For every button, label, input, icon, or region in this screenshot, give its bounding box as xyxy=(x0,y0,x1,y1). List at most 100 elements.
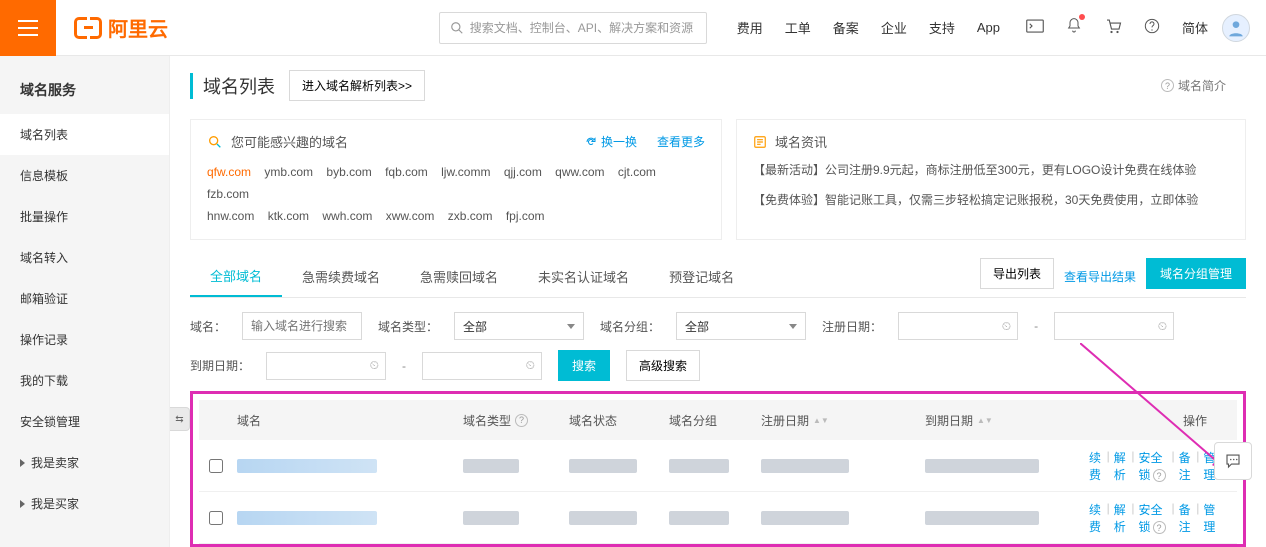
tab-preregister[interactable]: 预登记域名 xyxy=(649,257,754,296)
caret-right-icon xyxy=(20,500,25,508)
page-header: 域名列表 进入域名解析列表>> ? 域名简介 xyxy=(170,56,1266,109)
action-security-lock[interactable]: 安全锁? xyxy=(1139,501,1168,535)
row-checkbox[interactable] xyxy=(209,511,223,525)
info-panels: 您可能感兴趣的域名 换一换 查看更多 qfw.com ymb.com byb.c… xyxy=(170,109,1266,250)
group-management-button[interactable]: 域名分组管理 xyxy=(1146,258,1246,289)
top-link-app[interactable]: App xyxy=(977,20,1000,35)
suggested-domain[interactable]: qjj.com xyxy=(504,165,542,179)
redacted-cell xyxy=(925,459,1039,473)
suggested-domain[interactable]: qww.com xyxy=(555,165,604,179)
domain-tabs: 全部域名 急需续费域名 急需赎回域名 未实名认证域名 预登记域名 导出列表 查看… xyxy=(190,256,1246,298)
lang-switch[interactable]: 简体 xyxy=(1182,18,1208,37)
sidebar-item-info-template[interactable]: 信息模板 xyxy=(0,155,169,196)
suggested-domains-panel: 您可能感兴趣的域名 换一换 查看更多 qfw.com ymb.com byb.c… xyxy=(190,119,722,240)
table-header: 域名 域名类型? 域名状态 域名分组 注册日期▲▼ 到期日期▲▼ 操作 xyxy=(199,400,1237,440)
sidebar-item-transfer-in[interactable]: 域名转入 xyxy=(0,237,169,278)
feedback-chat-button[interactable] xyxy=(1214,442,1252,480)
sidebar-item-domain-list[interactable]: 域名列表 xyxy=(0,114,169,155)
row-checkbox[interactable] xyxy=(209,459,223,473)
filter-reg-label: 注册日期： xyxy=(822,318,882,335)
tab-renew-urgent[interactable]: 急需续费域名 xyxy=(282,257,400,296)
action-resolve[interactable]: 解析 xyxy=(1114,501,1128,535)
main-layout: 域名服务 域名列表 信息模板 批量操作 域名转入 邮箱验证 操作记录 我的下载 … xyxy=(0,56,1266,547)
view-export-result-link[interactable]: 查看导出结果 xyxy=(1064,268,1136,285)
export-list-button[interactable]: 导出列表 xyxy=(980,258,1054,289)
view-more-suggest-link[interactable]: 查看更多 xyxy=(657,133,705,150)
search-button[interactable]: 搜索 xyxy=(558,350,610,381)
th-reg-date[interactable]: 注册日期▲▼ xyxy=(761,412,925,429)
domain-intro-link[interactable]: ? 域名简介 xyxy=(1161,77,1226,94)
sidebar-item-op-log[interactable]: 操作记录 xyxy=(0,319,169,360)
table-row: 续费| 解析| 安全锁?| 备注| 管理 xyxy=(199,440,1237,492)
tab-all-domains[interactable]: 全部域名 xyxy=(190,256,282,297)
action-resolve[interactable]: 解析 xyxy=(1114,449,1128,483)
reg-date-to-input[interactable] xyxy=(1054,312,1174,340)
suggested-domain[interactable]: qfw.com xyxy=(207,165,251,179)
menu-toggle-button[interactable] xyxy=(0,0,56,56)
th-exp-date[interactable]: 到期日期▲▼ xyxy=(925,412,1089,429)
sidebar-item-security-lock[interactable]: 安全锁管理 xyxy=(0,401,169,442)
top-link-support[interactable]: 支持 xyxy=(929,18,955,37)
action-security-lock[interactable]: 安全锁? xyxy=(1139,449,1168,483)
suggested-domain[interactable]: xww.com xyxy=(386,209,435,223)
refresh-icon xyxy=(585,136,597,148)
suggest-title: 您可能感兴趣的域名 xyxy=(231,132,348,151)
sidebar-item-email-verify[interactable]: 邮箱验证 xyxy=(0,278,169,319)
sidebar-item-my-download[interactable]: 我的下载 xyxy=(0,360,169,401)
hamburger-icon xyxy=(18,20,38,36)
exp-date-from-input[interactable] xyxy=(266,352,386,380)
advanced-search-button[interactable]: 高级搜索 xyxy=(626,350,700,381)
suggested-domain[interactable]: hnw.com xyxy=(207,209,254,223)
search-icon xyxy=(450,21,464,35)
sidebar-item-seller[interactable]: 我是卖家 xyxy=(0,442,169,483)
suggested-domain[interactable]: ktk.com xyxy=(268,209,309,223)
action-remark[interactable]: 备注 xyxy=(1179,449,1193,483)
suggested-domain[interactable]: fzb.com xyxy=(207,187,249,201)
top-link-enterprise[interactable]: 企业 xyxy=(881,18,907,37)
action-manage[interactable]: 管理 xyxy=(1203,501,1217,535)
search-placeholder: 搜索文档、控制台、API、解决方案和资源 xyxy=(470,19,693,36)
help-icon[interactable] xyxy=(1144,18,1160,37)
suggested-domain[interactable]: fqb.com xyxy=(385,165,428,179)
tab-redeem-urgent[interactable]: 急需赎回域名 xyxy=(400,257,518,296)
sidebar-item-batch[interactable]: 批量操作 xyxy=(0,196,169,237)
sidebar-item-buyer[interactable]: 我是买家 xyxy=(0,483,169,524)
news-title: 域名资讯 xyxy=(775,132,827,151)
reg-date-from-input[interactable] xyxy=(898,312,1018,340)
news-item[interactable]: 【免费体验】智能记账工具，仅需三步轻松搞定记账报税，30天免费使用，立即体验 xyxy=(753,189,1229,211)
tab-unverified[interactable]: 未实名认证域名 xyxy=(518,257,649,296)
news-item[interactable]: 【最新活动】公司注册9.9元起，商标注册低至300元，更有LOGO设计免费在线体… xyxy=(753,159,1229,181)
user-avatar[interactable] xyxy=(1222,14,1250,42)
domain-name-input[interactable] xyxy=(242,312,362,340)
notification-bell-icon[interactable] xyxy=(1066,17,1082,38)
main-content: 域名列表 进入域名解析列表>> ? 域名简介 您可能感兴趣的域名 换一换 查看更… xyxy=(170,56,1266,547)
caret-right-icon xyxy=(20,459,25,467)
exp-date-to-input[interactable] xyxy=(422,352,542,380)
domain-type-select[interactable]: 全部 xyxy=(454,312,584,340)
suggested-domain[interactable]: ymb.com xyxy=(264,165,313,179)
th-type: 域名类型? xyxy=(463,412,569,429)
action-remark[interactable]: 备注 xyxy=(1179,501,1193,535)
goto-dns-list-button[interactable]: 进入域名解析列表>> xyxy=(289,70,425,101)
top-link-ticket[interactable]: 工单 xyxy=(785,18,811,37)
top-icon-tray: 简体 xyxy=(1026,17,1208,38)
domain-group-select[interactable]: 全部 xyxy=(676,312,806,340)
terminal-icon[interactable] xyxy=(1026,19,1044,36)
top-link-billing[interactable]: 费用 xyxy=(737,18,763,37)
suggested-domain[interactable]: wwh.com xyxy=(322,209,372,223)
suggested-domain[interactable]: byb.com xyxy=(326,165,371,179)
action-renew[interactable]: 续费 xyxy=(1089,501,1103,535)
action-renew[interactable]: 续费 xyxy=(1089,449,1103,483)
cart-icon[interactable] xyxy=(1104,17,1122,38)
global-search[interactable]: 搜索文档、控制台、API、解决方案和资源 xyxy=(439,12,707,44)
suggested-domain[interactable]: cjt.com xyxy=(618,165,656,179)
suggested-domain[interactable]: ljw.comm xyxy=(441,165,490,179)
th-group: 域名分组 xyxy=(669,412,761,429)
top-link-icp[interactable]: 备案 xyxy=(833,18,859,37)
suggested-domain[interactable]: fpj.com xyxy=(506,209,545,223)
question-icon[interactable]: ? xyxy=(515,414,528,427)
suggested-domain[interactable]: zxb.com xyxy=(448,209,493,223)
refresh-suggest-button[interactable]: 换一换 xyxy=(585,133,637,150)
brand-logo[interactable]: 阿里云 xyxy=(74,13,168,42)
th-status: 域名状态 xyxy=(569,412,669,429)
